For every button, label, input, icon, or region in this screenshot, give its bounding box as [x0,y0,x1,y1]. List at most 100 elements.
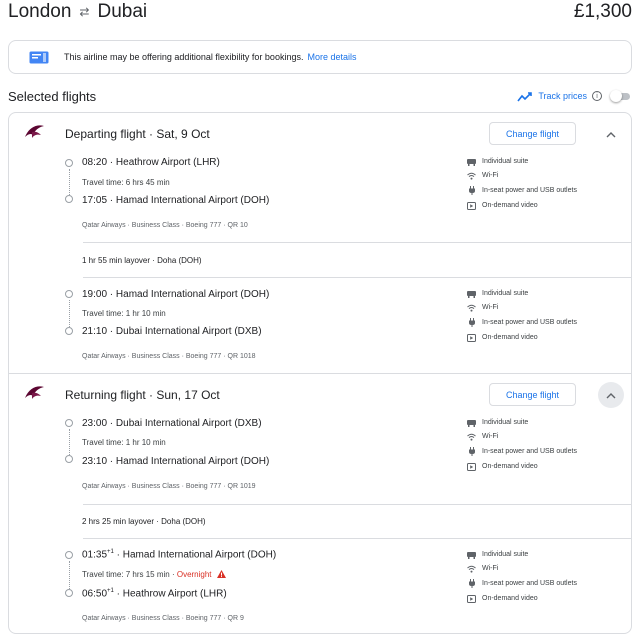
amenity-label: On-demand video [482,202,538,209]
seat-icon [467,289,476,298]
swap-icon: ⇄ [79,5,90,19]
destination-city: Dubai [97,1,148,22]
travel-time: Travel time: 1 hr 10 min [82,309,166,318]
route-title: London ⇄ Dubai [8,1,147,23]
origin-city: London [8,1,72,22]
power-icon [467,318,476,327]
warning-icon [216,570,226,578]
departure-airport: Hamad International Airport (DOH) [122,549,277,561]
arrival-time: 21:10 [82,326,108,337]
route-header: London ⇄ Dubai £1,300 [8,0,632,28]
video-icon [467,201,476,210]
amenity-wifi: Wi-Fi [467,431,498,442]
seat-icon [467,157,476,166]
amenity-video: On-demand video [467,461,538,472]
amenity-video: On-demand video [467,200,538,211]
amenity-label: In-seat power and USB outlets [482,319,577,326]
segment-departure: 01:35+1 · Hamad International Airport (D… [82,549,277,561]
wifi-icon [467,171,476,180]
travel-time: Travel time: 1 hr 10 min [82,438,166,447]
departure-dot [65,290,73,298]
departure-time: 01:35 [82,549,108,561]
info-icon[interactable]: i [592,91,602,101]
wifi-icon [467,303,476,312]
timeline-line [68,300,70,327]
toggle-knob [610,90,622,102]
ticket-icon [29,51,49,64]
travel-time: Travel time: 6 hrs 45 min [82,178,170,187]
flight-details: Qatar Airways · Business Class · Boeing … [82,353,256,360]
notice-text: This airline may be offering additional … [64,52,304,62]
amenity-seat: Individual suite [467,417,528,428]
arrival-dot [65,455,73,463]
amenity-label: In-seat power and USB outlets [482,580,577,587]
more-details-link[interactable]: More details [307,52,356,62]
video-icon [467,594,476,603]
arrival-dot [65,327,73,335]
wifi-icon [467,564,476,573]
collapse-departing-button[interactable] [598,121,624,147]
track-prices: Track prices i [517,86,632,106]
seat-icon [467,418,476,427]
airline-logo [23,384,45,402]
segment-departure: 23:00 · Dubai International Airport (DXB… [82,418,262,429]
arrival-airport: Hamad International Airport (DOH) [115,456,270,467]
arrival-time: 06:50 [82,588,108,600]
chevron-up-icon [606,386,616,404]
change-returning-button[interactable]: Change flight [489,383,576,406]
divider [83,538,631,539]
timeline-line [68,561,70,589]
collapse-returning-button[interactable] [598,382,624,408]
segment-arrival: 21:10 · Dubai International Airport (DXB… [82,326,262,337]
segment-departure: 19:00 · Hamad International Airport (DOH… [82,289,270,300]
timeline-line [68,429,70,455]
arrival-time: 17:05 [82,195,108,206]
total-price: £1,300 [573,1,632,22]
amenity-label: Wi-Fi [482,565,499,572]
amenity-power: In-seat power and USB outlets [467,446,577,457]
amenity-label: On-demand video [482,463,538,470]
timeline-line [68,169,70,195]
amenity-video: On-demand video [467,332,538,343]
next-day-marker: +1 [107,549,114,555]
amenity-power: In-seat power and USB outlets [467,578,577,589]
arrival-airport: Dubai International Airport (DXB) [115,326,262,337]
arrival-airport: Heathrow Airport (LHR) [122,588,227,600]
amenity-wifi: Wi-Fi [467,302,498,313]
track-prices-toggle[interactable] [610,90,632,102]
segment-departure: 08:20 · Heathrow Airport (LHR) [82,157,220,168]
chevron-up-icon [606,125,616,143]
layover-info: 2 hrs 25 min layover · Doha (DOH) [82,517,206,526]
segment-arrival: 23:10 · Hamad International Airport (DOH… [82,456,270,467]
returning-flight-title: Returning flight · Sun, 17 Oct [65,388,220,402]
airline-logo [23,123,45,141]
divider [83,242,631,243]
departing-flight-title: Departing flight · Sat, 9 Oct [65,127,210,141]
amenity-label: Wi-Fi [482,304,499,311]
divider [83,504,631,505]
departure-time: 23:00 [82,418,108,429]
amenity-video: On-demand video [467,593,538,604]
amenity-label: In-seat power and USB outlets [482,187,577,194]
flight-details: Qatar Airways · Business Class · Boeing … [82,615,244,622]
video-icon [467,333,476,342]
amenity-label: Individual suite [482,158,529,165]
selected-flights-heading: Selected flights [8,89,97,104]
departure-time: 19:00 [82,289,108,300]
power-icon [467,447,476,456]
flight-details: Qatar Airways · Business Class · Boeing … [82,222,248,229]
track-prices-label[interactable]: Track prices [538,91,587,101]
amenity-wifi: Wi-Fi [467,563,498,574]
arrival-time: 23:10 [82,456,108,467]
amenity-power: In-seat power and USB outlets [467,317,577,328]
power-icon [467,579,476,588]
departure-dot [65,419,73,427]
departure-airport: Dubai International Airport (DXB) [115,418,262,429]
amenity-label: On-demand video [482,334,538,341]
wifi-icon [467,432,476,441]
amenity-seat: Individual suite [467,156,528,167]
change-departing-button[interactable]: Change flight [489,122,576,145]
amenity-label: In-seat power and USB outlets [482,448,577,455]
next-day-marker: +1 [107,588,114,594]
departure-time: 08:20 [82,157,108,168]
